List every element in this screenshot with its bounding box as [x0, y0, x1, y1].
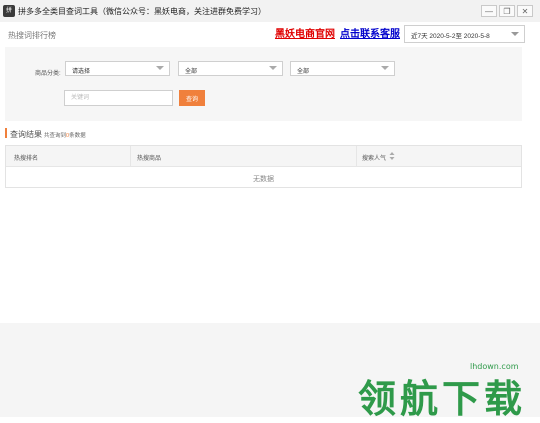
- category-label: 商品分类:: [35, 71, 61, 77]
- filter-panel: [5, 47, 522, 121]
- category-select-1-value: 请选择: [72, 69, 91, 75]
- chevron-down-icon: [269, 66, 277, 70]
- window-title: 拼多多全类目查词工具（微信公众号：黑妖电商，关注进群免费学习）: [18, 7, 266, 16]
- watermark-logo: 领航下载: [358, 377, 527, 421]
- category-select-1[interactable]: 请选择: [65, 61, 170, 76]
- results-body: [5, 190, 522, 323]
- empty-state-text: 无数据: [253, 176, 274, 183]
- title-bar: 拼 拼多多全类目查词工具（微信公众号：黑妖电商，关注进群免费学习） — ❐ ✕: [0, 0, 540, 23]
- category-select-3[interactable]: 全部: [290, 61, 395, 76]
- results-count-suffix: 条数据: [69, 133, 86, 139]
- chevron-down-icon: [511, 32, 519, 36]
- category-select-2-value: 全部: [185, 69, 198, 75]
- close-button[interactable]: ✕: [517, 5, 533, 17]
- results-count-prefix: 共查询到: [44, 133, 67, 139]
- keyword-input[interactable]: [64, 90, 173, 106]
- restore-button[interactable]: ❐: [499, 5, 515, 17]
- search-button[interactable]: 查询: [179, 90, 205, 106]
- table-header: 热搜排名 热搜商品 搜索人气: [6, 146, 521, 167]
- column-header-rank[interactable]: 热搜排名: [14, 153, 38, 162]
- app-icon: 拼: [3, 5, 15, 17]
- results-count: 共查询到0条数据: [44, 131, 86, 139]
- contact-support-link[interactable]: 点击联系客服: [340, 25, 400, 40]
- date-range-select[interactable]: 近7天 2020-5-2至 2020-5-8: [404, 25, 525, 43]
- section-title: 热搜词排行榜: [8, 31, 56, 40]
- official-site-link[interactable]: 黑妖电商官网: [275, 25, 335, 40]
- column-header-popularity[interactable]: 搜索人气: [362, 153, 386, 162]
- column-header-product[interactable]: 热搜商品: [137, 153, 161, 162]
- column-divider: [130, 146, 131, 166]
- chevron-down-icon: [381, 66, 389, 70]
- minimize-button[interactable]: —: [481, 5, 497, 17]
- category-select-3-value: 全部: [297, 69, 310, 75]
- column-divider: [356, 146, 357, 166]
- date-range-value: 近7天 2020-5-2至 2020-5-8: [411, 33, 490, 40]
- results-accent-bar: [5, 128, 7, 138]
- category-select-2[interactable]: 全部: [178, 61, 283, 76]
- sort-icon[interactable]: [389, 151, 395, 161]
- chevron-down-icon: [156, 66, 164, 70]
- results-table: 热搜排名 热搜商品 搜索人气 无数据: [5, 145, 522, 188]
- results-title: 查询结果: [10, 130, 42, 139]
